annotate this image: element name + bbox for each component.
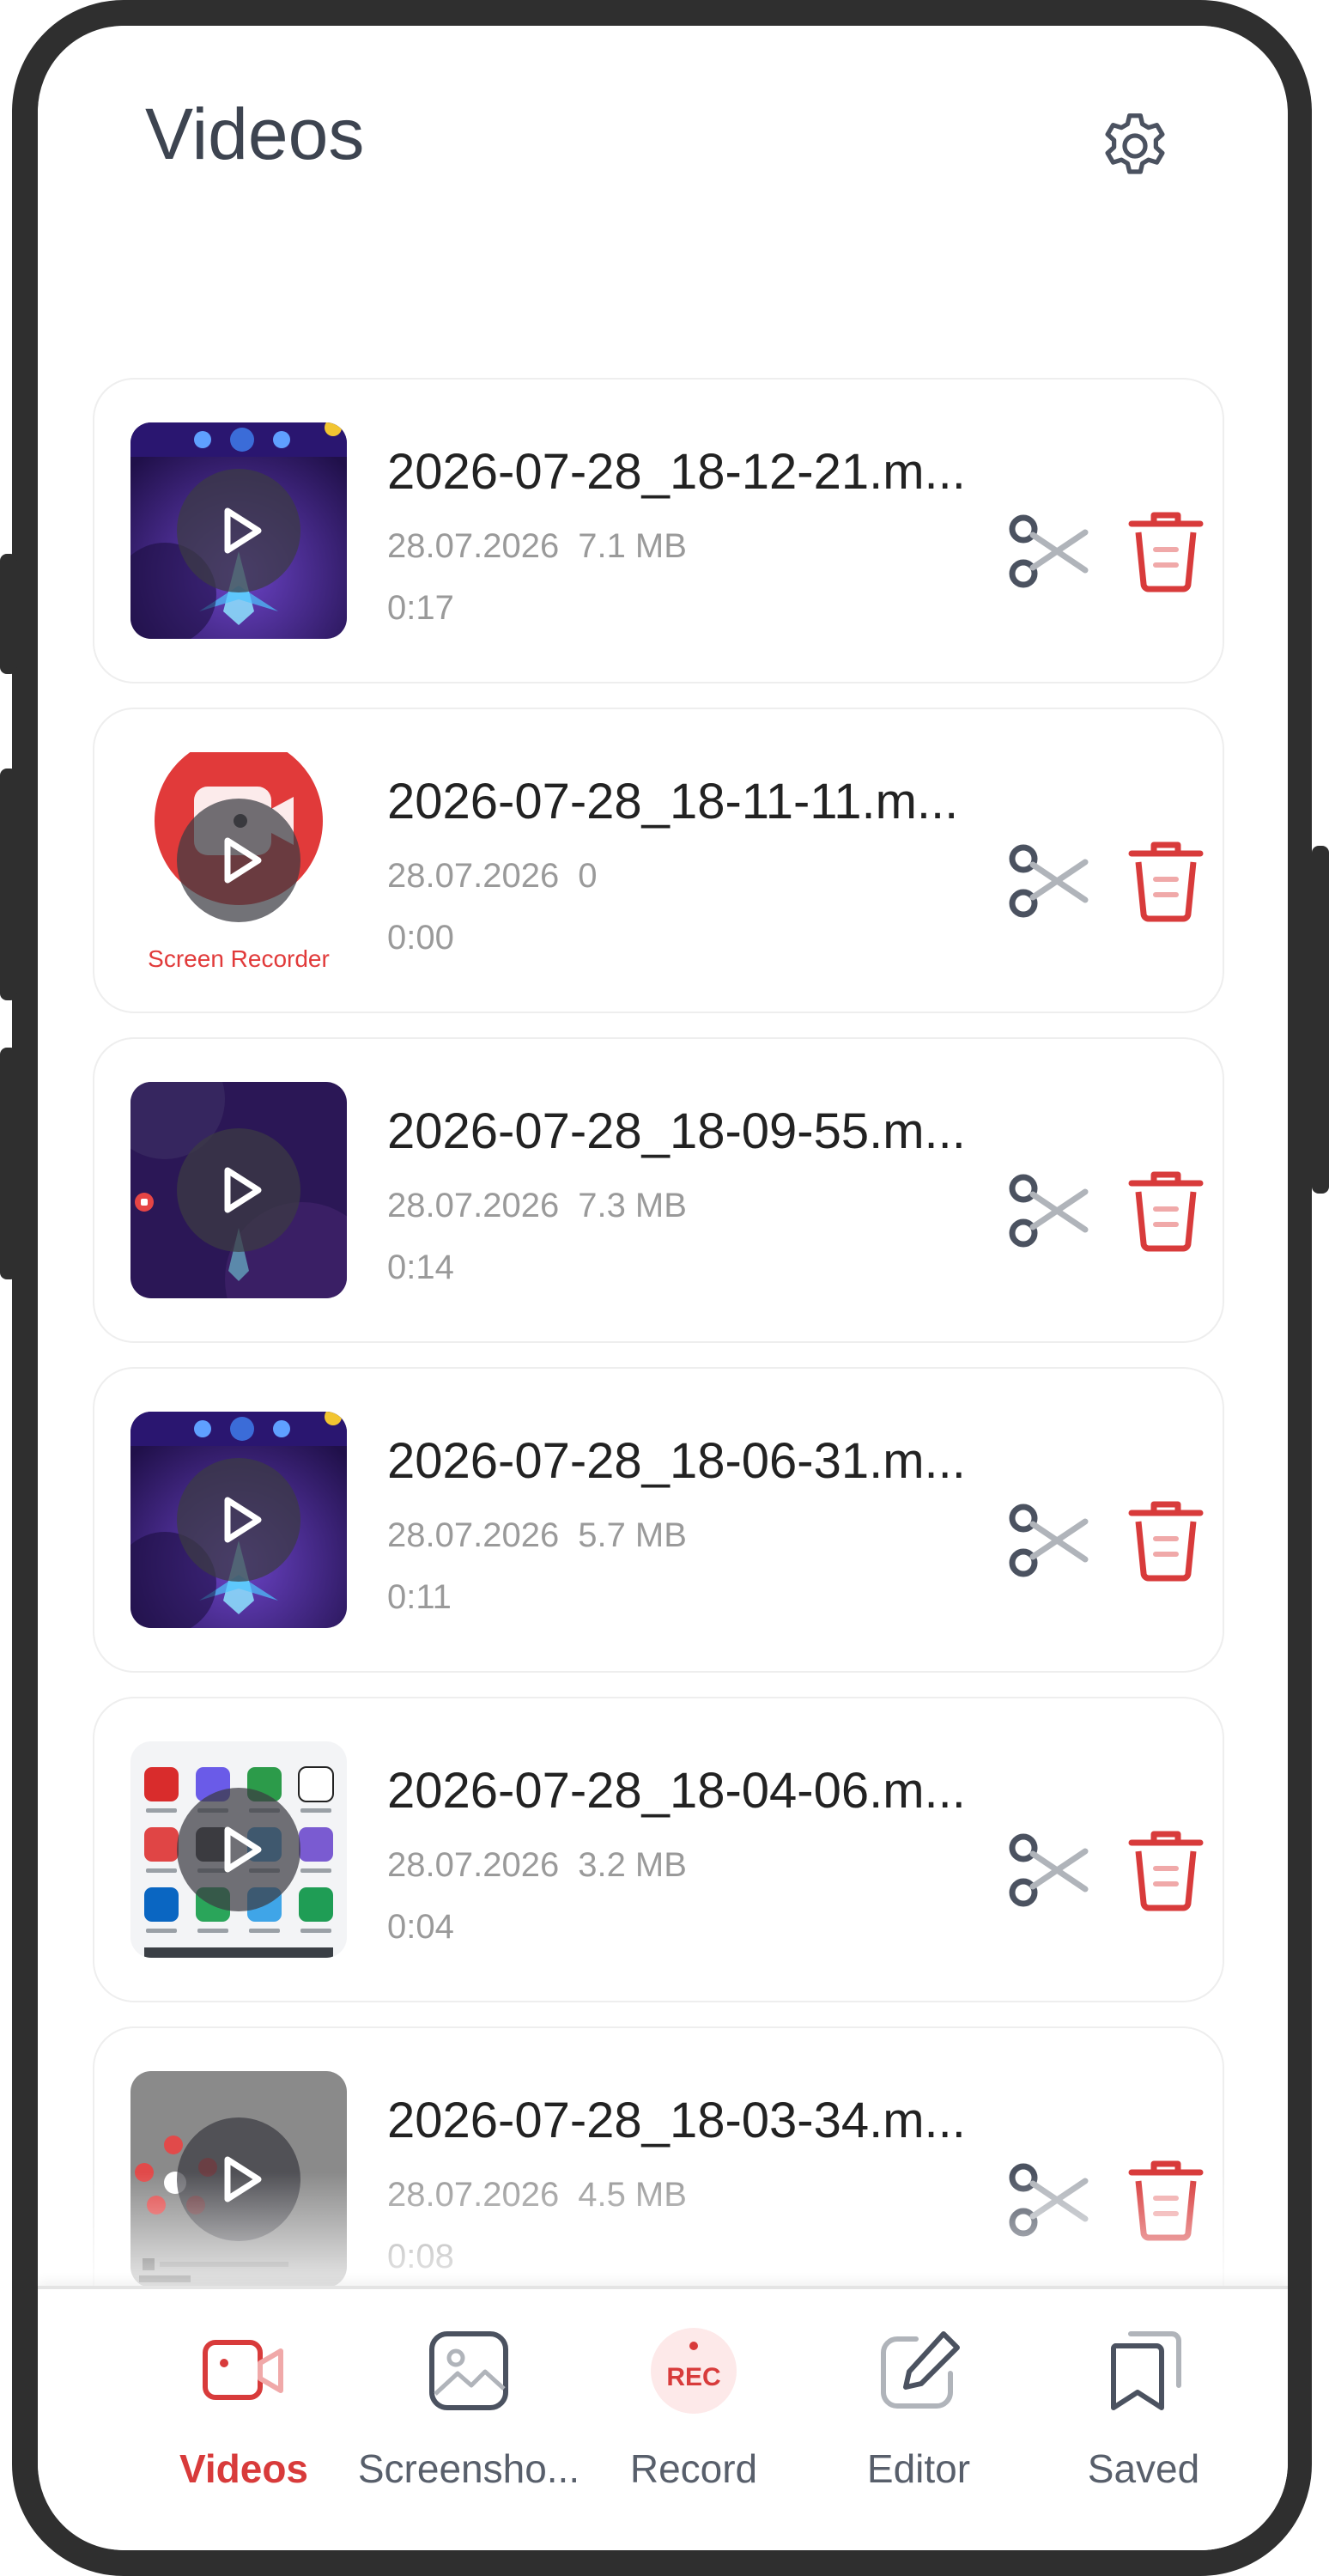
tab-record[interactable]: REC Record	[580, 2315, 807, 2512]
video-date: 28.07.2026	[387, 1516, 560, 1554]
tab-label: Screensho...	[357, 2446, 580, 2491]
video-camera-icon	[203, 2340, 283, 2400]
video-thumbnail[interactable]	[130, 1412, 347, 1628]
rec-icon: REC	[651, 2328, 737, 2414]
video-date: 28.07.2026	[387, 1846, 560, 1884]
tab-label: Editor	[866, 2446, 971, 2491]
video-thumbnail[interactable]	[130, 1082, 347, 1298]
pencil-edit-icon	[881, 2331, 960, 2409]
video-title: 2026-07-28_18-09-55.m...	[387, 1103, 966, 1159]
video-size: 7.3 MB	[578, 1187, 687, 1224]
scissors-icon[interactable]	[1006, 508, 1092, 594]
bookmark-icon	[1110, 2331, 1181, 2410]
trash-icon[interactable]	[1125, 836, 1207, 922]
video-card[interactable]: 2026-07-28_18-06-31.m... 28.07.2026 5.7 MB…	[93, 1367, 1224, 1673]
play-icon	[224, 1826, 262, 1873]
video-card[interactable]: 2026-07-28_18-09-55.m... 28.07.2026 7.3 MB…	[93, 1037, 1224, 1343]
play-button[interactable]	[177, 469, 300, 592]
app-screen: Videos 2026-07-28_18-12-21.m... 28.07.202…	[38, 26, 1288, 2550]
video-size: 7.1 MB	[578, 527, 687, 565]
play-icon	[224, 507, 262, 554]
trash-icon[interactable]	[1125, 1166, 1207, 1252]
video-thumbnail[interactable]	[130, 422, 347, 639]
play-button[interactable]	[177, 1788, 300, 1911]
trash-icon[interactable]	[1125, 507, 1207, 592]
tab-label: Videos	[179, 2446, 308, 2491]
video-meta: 28.07.2026 0	[387, 857, 597, 896]
tab-saved[interactable]: Saved	[1030, 2315, 1257, 2512]
volume-button-3	[0, 1048, 17, 1279]
video-title: 2026-07-28_18-12-21.m...	[387, 444, 966, 500]
play-button[interactable]	[177, 1128, 300, 1252]
svg-text:Screen Recorder: Screen Recorder	[148, 945, 330, 969]
video-size: 5.7 MB	[578, 1516, 687, 1554]
trash-icon[interactable]	[1125, 1496, 1207, 1582]
video-duration: 0:04	[387, 1908, 454, 1946]
play-icon	[224, 1167, 262, 1213]
scissors-icon[interactable]	[1006, 1168, 1092, 1254]
trash-icon[interactable]	[1125, 1826, 1207, 1911]
video-card[interactable]: Screen Recorder 2026-07-28_18-11-11.m... 2…	[93, 708, 1224, 1013]
play-icon	[224, 1497, 262, 1543]
rec-icon-text: REC	[666, 2363, 720, 2391]
video-meta: 28.07.2026 7.1 MB	[387, 527, 687, 566]
video-meta: 28.07.2026 5.7 MB	[387, 1516, 687, 1555]
video-meta: 28.07.2026 3.2 MB	[387, 1846, 687, 1885]
settings-button[interactable]	[1083, 94, 1186, 197]
volume-button-2	[0, 769, 17, 1000]
video-date: 28.07.2026	[387, 857, 560, 895]
image-icon	[429, 2331, 508, 2410]
tab-screenshots[interactable]: Screensho...	[355, 2315, 582, 2512]
video-thumbnail[interactable]: Screen Recorder	[130, 752, 347, 969]
video-card[interactable]: 2026-07-28_18-04-06.m... 28.07.2026 3.2 MB…	[93, 1697, 1224, 2002]
video-size: 0	[578, 857, 598, 895]
video-duration: 0:14	[387, 1249, 454, 1286]
scissors-icon[interactable]	[1006, 1827, 1092, 1913]
video-thumbnail[interactable]	[130, 1741, 347, 1958]
tab-label: Record	[629, 2446, 758, 2491]
bottom-tab-bar: Videos Screensho... REC Record Editor Sa…	[38, 2286, 1288, 2550]
video-duration: 0:00	[387, 919, 454, 957]
power-button	[1312, 846, 1329, 1194]
gear-icon	[1105, 113, 1165, 174]
scissors-icon[interactable]	[1006, 838, 1092, 924]
video-title: 2026-07-28_18-06-31.m...	[387, 1433, 966, 1489]
scissors-icon[interactable]	[1006, 1498, 1092, 1583]
play-button[interactable]	[177, 1458, 300, 1582]
page-title: Videos	[145, 94, 365, 174]
play-icon	[224, 837, 262, 884]
video-duration: 0:17	[387, 589, 454, 627]
tab-videos[interactable]: Videos	[130, 2315, 357, 2512]
volume-button-1	[0, 554, 17, 674]
video-date: 28.07.2026	[387, 527, 560, 565]
video-title: 2026-07-28_18-04-06.m...	[387, 1763, 966, 1819]
video-size: 3.2 MB	[578, 1846, 687, 1884]
video-meta: 28.07.2026 7.3 MB	[387, 1187, 687, 1225]
video-date: 28.07.2026	[387, 1187, 560, 1224]
video-duration: 0:11	[387, 1578, 452, 1616]
video-card[interactable]: 2026-07-28_18-12-21.m... 28.07.2026 7.1 MB…	[93, 378, 1224, 683]
tab-label: Saved	[1087, 2446, 1200, 2491]
video-title: 2026-07-28_18-11-11.m...	[387, 774, 959, 829]
tab-editor[interactable]: Editor	[805, 2315, 1032, 2512]
video-title: 2026-07-28_18-03-34.m...	[387, 2093, 966, 2148]
play-button[interactable]	[177, 799, 300, 922]
list-fade	[38, 2172, 1288, 2301]
